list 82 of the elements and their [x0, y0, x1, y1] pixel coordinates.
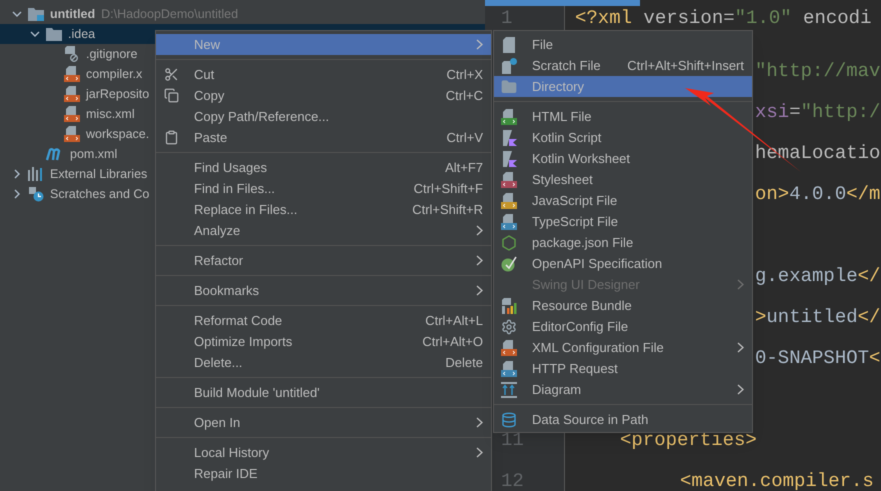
menu-item[interactable]: Cut Ctrl+X	[156, 64, 491, 85]
menu-item[interactable]: Analyze	[156, 220, 491, 241]
menu-item[interactable]: Stylesheet	[494, 169, 752, 190]
menu-item[interactable]: Paste Ctrl+V	[156, 127, 491, 148]
code-line: <?xml version="1.0" encodi	[575, 6, 872, 31]
menu-item[interactable]: OpenAPI Specification	[494, 253, 752, 274]
tree-item-label[interactable]: External Libraries	[50, 164, 148, 184]
menu-item[interactable]: TypeScript File	[494, 211, 752, 232]
menu-item[interactable]: Refactor	[156, 250, 491, 271]
menu-item[interactable]: Kotlin Script	[494, 127, 752, 148]
menu-item[interactable]: package.json File	[494, 232, 752, 253]
tree-item-label[interactable]: misc.xml	[86, 104, 135, 124]
tree-item-label[interactable]: jarReposito	[86, 84, 150, 104]
tree-item-label[interactable]: .idea	[68, 24, 96, 44]
menu-item[interactable]: JavaScript File	[494, 190, 752, 211]
menu-item[interactable]: Repair IDE	[156, 463, 491, 484]
menu-item[interactable]: Data Source in Path	[494, 409, 752, 430]
tree-item-label[interactable]: Scratches and Co	[50, 184, 150, 204]
menu-item[interactable]: EditorConfig File	[494, 316, 752, 337]
code-line: >untitled</	[755, 305, 880, 330]
file-icon	[501, 36, 517, 52]
menu-item[interactable]: Resource Bundle	[494, 295, 752, 316]
xml-file-icon	[64, 86, 80, 102]
html-file-icon	[501, 108, 517, 124]
menu-item[interactable]: Reformat Code Ctrl+Alt+L	[156, 310, 491, 331]
tree-item-label[interactable]: compiler.x	[86, 64, 142, 84]
menu-item[interactable]: Replace in Files... Ctrl+Shift+R	[156, 199, 491, 220]
code-line: xsi="http:/	[755, 100, 880, 126]
menu-item[interactable]: XML Configuration File	[494, 337, 752, 358]
code-line: g.example</	[755, 264, 880, 290]
code-line: on>4.0.0</m	[755, 182, 880, 208]
folder-icon	[501, 78, 517, 94]
settings-icon	[501, 318, 517, 334]
code-line: <properties>	[620, 428, 757, 454]
typescript-file-icon	[501, 214, 517, 230]
cut-icon	[164, 67, 178, 82]
library-icon	[28, 167, 44, 181]
openapi-icon	[501, 256, 517, 272]
menu-item[interactable]: Bookmarks	[156, 280, 491, 301]
menu-item[interactable]: Copy Path/Reference...	[156, 106, 491, 127]
code-line: 0-SNAPSHOT<	[755, 346, 880, 372]
xml-file-icon	[64, 66, 80, 82]
http-request-icon	[501, 360, 517, 376]
tree-item-label[interactable]: workspace.	[86, 124, 150, 144]
code-line: "http://mav	[755, 59, 880, 84]
menu-item[interactable]: Local History	[156, 442, 491, 463]
scratch-file-icon	[501, 58, 517, 74]
menu-item[interactable]: Delete... Delete	[156, 352, 491, 373]
menu-item[interactable]: Build Module 'untitled'	[156, 382, 491, 403]
resource-bundle-icon	[501, 298, 517, 314]
tree-item-label[interactable]: untitled	[50, 4, 96, 24]
database-icon	[501, 412, 517, 428]
menu-item[interactable]: Copy Ctrl+C	[156, 85, 491, 106]
copy-icon	[164, 88, 178, 103]
stylesheet-icon	[501, 172, 517, 188]
menu-item[interactable]: Find Usages Alt+F7	[156, 157, 491, 178]
xml-file-icon	[501, 340, 517, 356]
paste-icon	[164, 130, 178, 145]
code-line: <maven.compiler.s	[680, 469, 874, 491]
folder-icon	[28, 7, 44, 21]
menu-item[interactable]: Scratch File Ctrl+Alt+Shift+Insert	[494, 55, 752, 76]
kotlin-script-icon	[501, 130, 517, 146]
xml-file-icon	[64, 126, 80, 142]
tree-item-label[interactable]: .gitignore	[86, 44, 138, 64]
menu-item[interactable]: Kotlin Worksheet	[494, 148, 752, 169]
menu-item[interactable]: HTML File	[494, 106, 752, 127]
ignore-file-icon	[64, 46, 80, 62]
diagram-icon	[501, 382, 517, 398]
project-path: D:\HadoopDemo\untitled	[101, 6, 238, 23]
scratch-icon	[28, 186, 44, 202]
kotlin-worksheet-icon	[501, 150, 517, 166]
folder-icon	[46, 27, 62, 41]
menu-item[interactable]: File	[494, 34, 752, 55]
javascript-file-icon	[501, 192, 517, 208]
menu-item[interactable]: Find in Files... Ctrl+Shift+F	[156, 178, 491, 199]
menu-item[interactable]: HTTP Request	[494, 358, 752, 379]
menu-item[interactable]: Open In	[156, 412, 491, 433]
tree-item-label[interactable]: pom.xml	[70, 144, 118, 164]
hexagon-icon	[501, 234, 517, 250]
menu-item[interactable]: Optimize Imports Ctrl+Alt+O	[156, 331, 491, 352]
menu-item[interactable]: Diagram	[494, 379, 752, 400]
xml-file-icon	[64, 106, 80, 122]
